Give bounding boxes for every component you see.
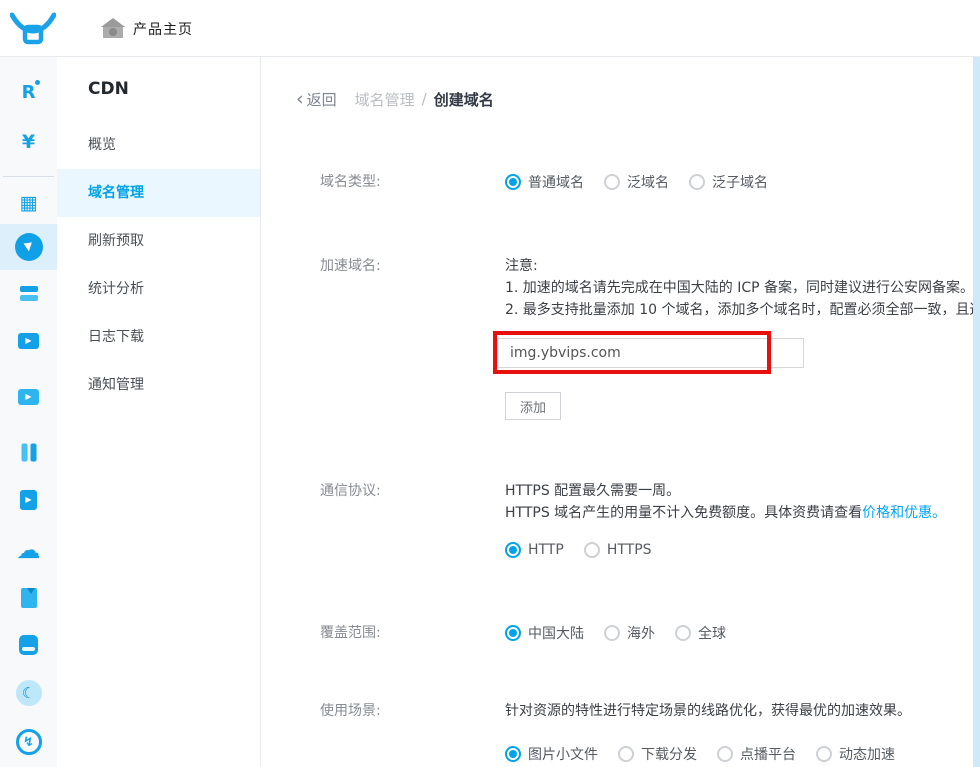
domain-type-options: 普通域名 泛域名 泛子域名 bbox=[505, 171, 768, 193]
radio-icon bbox=[689, 174, 705, 190]
radio-option[interactable]: 泛域名 bbox=[604, 172, 669, 192]
protocol-desc-1: HTTPS 配置最久需要一周。 bbox=[505, 480, 680, 502]
cdn-icon[interactable]: ▼ bbox=[0, 224, 57, 270]
sidebar-menu-item-label: 概览 bbox=[88, 137, 116, 153]
back-label: 返回 bbox=[307, 89, 337, 110]
radio-icon bbox=[505, 625, 521, 641]
back-button[interactable]: ‹ 返回 bbox=[296, 89, 337, 110]
radio-option-label: 点播平台 bbox=[740, 744, 796, 764]
radio-option[interactable]: 普通域名 bbox=[505, 172, 584, 192]
cloud-download-icon[interactable]: ☁ bbox=[0, 527, 57, 573]
home-icon bbox=[103, 27, 123, 38]
page-scrollbar[interactable] bbox=[973, 57, 980, 767]
sidebar-menu-item[interactable]: 日志下载 bbox=[57, 313, 260, 361]
create-domain-page: ‹ 返回 域名管理 / 创建域名 域名类型: 普通域名 泛域名 泛子域名 加速域… bbox=[261, 57, 973, 767]
accel-domain-label: 加速域名: bbox=[320, 255, 381, 277]
sidebar-menu-item[interactable]: 概览 bbox=[57, 121, 260, 169]
radio-option[interactable]: 中国大陆 bbox=[505, 623, 584, 643]
accel-note-title: 注意: bbox=[505, 255, 538, 277]
radio-icon bbox=[618, 746, 634, 762]
radio-option[interactable]: 点播平台 bbox=[717, 744, 796, 764]
film-play-icon[interactable]: ▶ bbox=[0, 374, 57, 420]
scenario-options: 图片小文件 下载分发 点播平台 动态加速 bbox=[505, 743, 895, 765]
breadcrumb: ‹ 返回 域名管理 / 创建域名 bbox=[296, 87, 494, 111]
radio-option-label: 普通域名 bbox=[528, 172, 584, 192]
sidebar-title: CDN bbox=[88, 79, 129, 99]
radio-icon bbox=[717, 746, 733, 762]
console-grid-icon[interactable]: ▦ bbox=[0, 180, 57, 226]
sidebar-menu-item[interactable]: 域名管理 bbox=[57, 169, 260, 217]
radio-option-label: HTTPS bbox=[607, 542, 652, 558]
radio-option[interactable]: 海外 bbox=[604, 623, 655, 643]
coverage-label: 覆盖范围: bbox=[320, 622, 381, 644]
radio-icon bbox=[505, 174, 521, 190]
sidebar-menu-item-label: 通知管理 bbox=[88, 377, 144, 393]
bookmark-icon[interactable] bbox=[0, 575, 57, 621]
radio-option-label: 动态加速 bbox=[839, 744, 895, 764]
radio-icon bbox=[505, 746, 521, 762]
sidebar-menu-item[interactable]: 刷新预取 bbox=[57, 217, 260, 265]
home-label: 产品主页 bbox=[133, 19, 193, 39]
sidebar-menu: 概览 域名管理 刷新预取 统计分析 日志下载 通知管理 bbox=[57, 121, 260, 409]
breadcrumb-separator: / bbox=[422, 90, 427, 108]
coverage-options: 中国大陆 海外 全球 bbox=[505, 622, 726, 644]
video-doc-icon[interactable]: ▶ bbox=[0, 477, 57, 523]
radio-option-label: 泛域名 bbox=[627, 172, 669, 192]
database-icon[interactable] bbox=[0, 622, 57, 668]
sidebar-menu-item-label: 刷新预取 bbox=[88, 233, 144, 249]
cdn-sidebar: CDN 概览 域名管理 刷新预取 统计分析 日志下载 通知管理 bbox=[57, 57, 261, 767]
accel-note-2: 2. 最多支持批量添加 10 个域名，添加多个域名时，配置必须全部一致，且这 bbox=[505, 299, 980, 321]
radio-option[interactable]: 动态加速 bbox=[816, 744, 895, 764]
moon-icon[interactable]: ☾ bbox=[0, 670, 57, 716]
r-product-icon[interactable]: R bbox=[0, 69, 57, 115]
billing-icon[interactable]: ¥ bbox=[0, 119, 57, 165]
icon-rail: R ¥ ▦ ▼ ▶ ▶ ▶ ☁ ☾ ↯ bbox=[0, 57, 57, 767]
radio-icon bbox=[604, 174, 620, 190]
sidebar-menu-item[interactable]: 通知管理 bbox=[57, 361, 260, 409]
add-button[interactable]: 添加 bbox=[505, 392, 561, 420]
tv-play-icon[interactable]: ▶ bbox=[0, 318, 57, 364]
sidebar-menu-item[interactable]: 统计分析 bbox=[57, 265, 260, 313]
product-home-link[interactable]: 产品主页 bbox=[103, 0, 193, 57]
sidebar-menu-item-label: 日志下载 bbox=[88, 329, 144, 345]
scenario-desc: 针对资源的特性进行特定场景的线路优化，获得最优的加速效果。 bbox=[505, 700, 911, 722]
protocol-options: HTTP HTTPS bbox=[505, 539, 652, 561]
radio-icon bbox=[505, 542, 521, 558]
radio-option-label: HTTP bbox=[528, 542, 564, 558]
pricing-link[interactable]: 价格和优惠。 bbox=[862, 505, 946, 521]
radio-icon bbox=[604, 625, 620, 641]
domain-input[interactable] bbox=[497, 338, 804, 368]
radio-option-label: 图片小文件 bbox=[528, 744, 598, 764]
radio-icon bbox=[584, 542, 600, 558]
scenario-label: 使用场景: bbox=[320, 700, 381, 722]
brand-bull-logo[interactable] bbox=[10, 8, 56, 50]
lightning-icon[interactable]: ↯ bbox=[0, 719, 57, 765]
radio-option-label: 中国大陆 bbox=[528, 623, 584, 643]
domain-type-label: 域名类型: bbox=[320, 171, 381, 193]
radio-option[interactable]: 泛子域名 bbox=[689, 172, 768, 192]
rail-divider bbox=[3, 176, 54, 177]
radio-option-label: 全球 bbox=[698, 623, 726, 643]
radio-icon bbox=[816, 746, 832, 762]
radio-option[interactable]: 图片小文件 bbox=[505, 744, 598, 764]
breadcrumb-parent[interactable]: 域名管理 bbox=[355, 89, 415, 110]
server-list-icon[interactable] bbox=[0, 270, 57, 316]
sidebar-menu-item-label: 域名管理 bbox=[88, 185, 144, 201]
radio-option[interactable]: HTTPS bbox=[584, 542, 652, 558]
protocol-label: 通信协议: bbox=[320, 480, 381, 502]
radio-option[interactable]: HTTP bbox=[505, 542, 564, 558]
top-bar: 产品主页 bbox=[0, 0, 980, 57]
radio-option[interactable]: 全球 bbox=[675, 623, 726, 643]
sidebar-menu-item-label: 统计分析 bbox=[88, 281, 144, 297]
radio-option-label: 海外 bbox=[627, 623, 655, 643]
chevron-left-icon: ‹ bbox=[296, 90, 304, 109]
page-title: 创建域名 bbox=[434, 89, 494, 110]
radio-option[interactable]: 下载分发 bbox=[618, 744, 697, 764]
protocol-desc-2: HTTPS 域名产生的用量不计入免费额度。具体资费请查看价格和优惠。 bbox=[505, 502, 946, 524]
radio-option-label: 泛子域名 bbox=[712, 172, 768, 192]
radio-icon bbox=[675, 625, 691, 641]
radio-option-label: 下载分发 bbox=[641, 744, 697, 764]
accel-note-1: 1. 加速的域名请先完成在中国大陆的 ICP 备案，同时建议进行公安网备案。如 bbox=[505, 277, 980, 299]
equalizer-icon[interactable] bbox=[0, 429, 57, 475]
